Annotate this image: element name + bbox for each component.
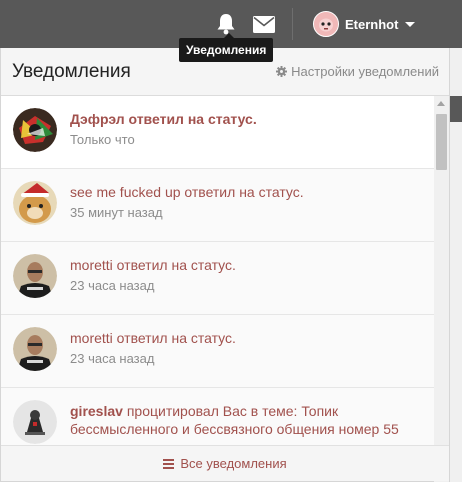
settings-label: Настройки уведомлений [291,64,439,79]
all-notifications-label: Все уведомления [180,456,287,471]
notification-time: 23 часа назад [70,278,155,293]
list-icon [163,458,175,469]
notification-text[interactable]: moretti ответил на статус. [70,256,236,274]
chevron-down-icon [405,21,416,27]
avatar[interactable] [13,181,57,225]
notifications-tooltip: Уведомления [179,33,274,62]
envelope-icon[interactable] [252,13,276,35]
notification-item[interactable]: moretti ответил на статус. 23 часа назад [1,242,434,315]
notification-time: 23 часа назад [70,351,155,366]
notification-item[interactable]: Дэфрэл ответил на статус. Только что [1,96,434,169]
navbar-divider [292,8,293,40]
avatar[interactable] [13,327,57,371]
bell-icon[interactable] [214,13,238,35]
notification-settings-link[interactable]: Настройки уведомлений [276,64,439,79]
gear-icon [276,66,288,77]
scroll-thumb[interactable] [436,114,447,170]
notification-text[interactable]: see me fucked up ответил на статус. [70,183,304,201]
scroll-up-arrow[interactable] [437,101,445,106]
notifications-dropdown: Уведомления Настройки уведомлений Дэфрэл… [0,48,450,482]
notification-time: Только что [70,132,135,147]
notification-text[interactable]: moretti ответил на статус. [70,329,236,347]
list-scrollbar[interactable] [434,96,449,482]
user-name: Eternhot [345,16,399,32]
notification-time: 35 минут назад [70,205,163,220]
notification-item[interactable]: see me fucked up ответил на статус. 35 м… [1,169,434,242]
notification-item[interactable]: moretti ответил на статус. 23 часа назад [1,315,434,388]
background-strip [450,96,462,122]
avatar[interactable] [13,254,57,298]
user-menu[interactable]: Eternhot [313,11,416,37]
notification-text[interactable]: gireslav процитировал Вас в теме: Топик … [70,402,420,438]
all-notifications-link[interactable]: Все уведомления [1,445,449,481]
avatar[interactable] [13,400,57,444]
notification-text[interactable]: Дэфрэл ответил на статус. [70,110,257,128]
user-avatar [313,11,339,37]
avatar[interactable] [13,108,57,152]
panel-title: Уведомления [12,60,131,82]
notifications-list[interactable]: Дэфрэл ответил на статус. Только что see… [1,96,449,482]
